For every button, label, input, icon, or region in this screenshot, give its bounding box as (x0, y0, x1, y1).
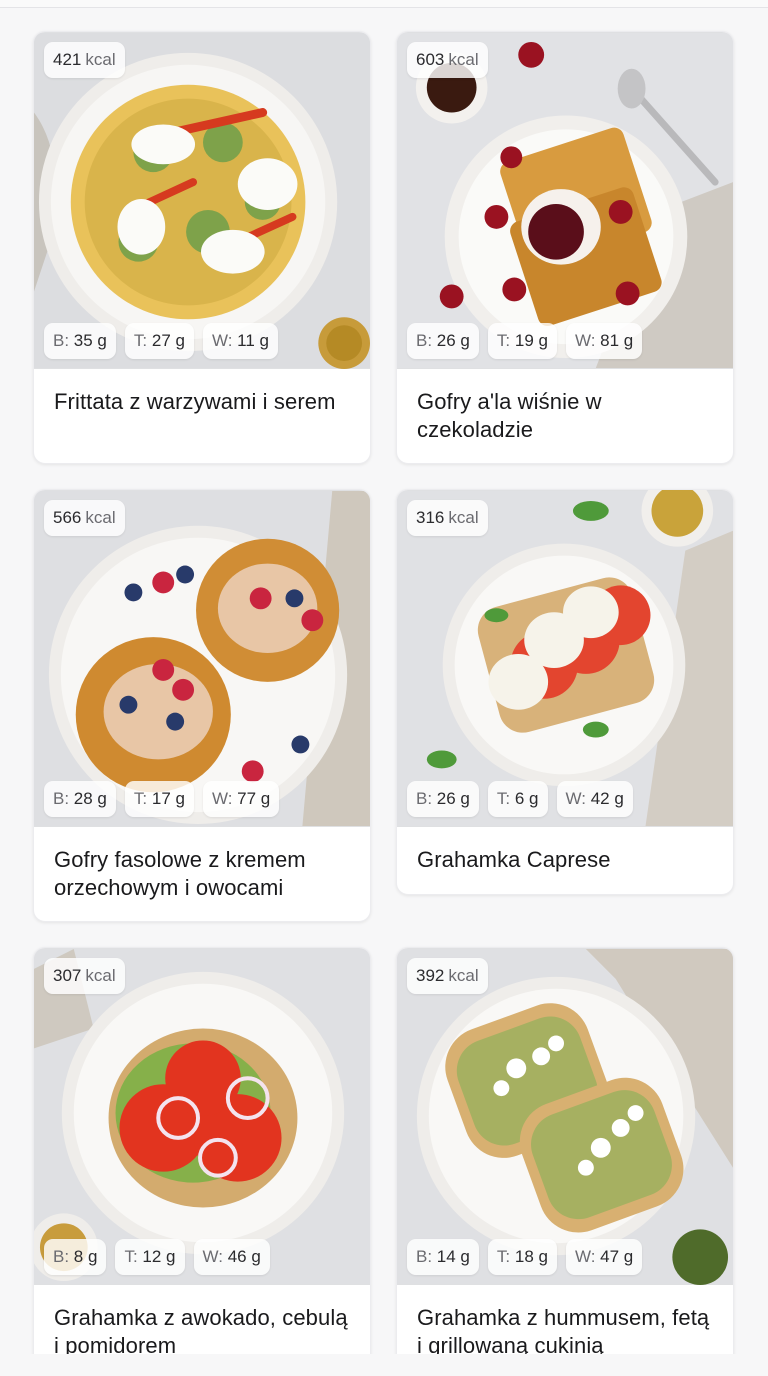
fat-badge: T: 27 g (124, 323, 194, 359)
kcal-badge: 307 kcal (44, 958, 125, 994)
macro-badges: B: 14 g T: 18 g W: 47 g (407, 1239, 643, 1275)
recipe-title[interactable]: Frittata z warzywami i serem (34, 369, 370, 416)
recipe-card[interactable]: 316 kcal B: 26 g T: 6 g W: 42 g Grahamka … (396, 489, 734, 895)
recipe-title[interactable]: Gofry fasolowe z kremem orzechowym i owo… (34, 827, 370, 902)
macro-badges: B: 26 g T: 6 g W: 42 g (407, 781, 633, 817)
caprese-toast-image (397, 490, 733, 827)
kcal-badge: 421 kcal (44, 42, 125, 78)
fat-badge: T: 19 g (487, 323, 557, 359)
protein-badge: B: 35 g (44, 323, 116, 359)
carbs-badge: W: 77 g (202, 781, 280, 817)
recipe-card[interactable]: 421 kcal B: 35 g T: 27 g W: 11 g Frittata… (33, 31, 371, 464)
macro-badges: B: 26 g T: 19 g W: 81 g (407, 323, 643, 359)
fat-badge: T: 18 g (487, 1239, 557, 1275)
recipe-photo: 603 kcal B: 26 g T: 19 g W: 81 g (397, 32, 733, 369)
avocado-toast-image (34, 948, 370, 1285)
recipe-card[interactable]: 392 kcal B: 14 g T: 18 g W: 47 g Grahamka… (396, 947, 734, 1354)
fat-badge: T: 12 g (115, 1239, 185, 1275)
recipe-grid: 421 kcal B: 35 g T: 27 g W: 11 g Frittata… (0, 8, 768, 1354)
top-divider (0, 0, 768, 8)
kcal-badge: 392 kcal (407, 958, 488, 994)
recipe-title[interactable]: Gofry a'la wiśnie w czekoladzie (397, 369, 733, 444)
recipe-title[interactable]: Grahamka Caprese (397, 827, 733, 874)
recipe-photo: 421 kcal B: 35 g T: 27 g W: 11 g (34, 32, 370, 369)
carbs-badge: W: 46 g (193, 1239, 270, 1275)
protein-badge: B: 14 g (407, 1239, 479, 1275)
protein-badge: B: 26 g (407, 323, 479, 359)
protein-badge: B: 28 g (44, 781, 116, 817)
carbs-badge: W: 42 g (556, 781, 633, 817)
recipe-card[interactable]: 566 kcal B: 28 g T: 17 g W: 77 g Gofry fa… (33, 489, 371, 922)
macro-badges: B: 28 g T: 17 g W: 77 g (44, 781, 280, 817)
recipe-card[interactable]: 603 kcal B: 26 g T: 19 g W: 81 g Gofry a'… (396, 31, 734, 464)
recipe-photo: 566 kcal B: 28 g T: 17 g W: 77 g (34, 490, 370, 827)
carbs-badge: W: 81 g (565, 323, 643, 359)
carbs-badge: W: 11 g (202, 323, 278, 359)
fat-badge: T: 17 g (124, 781, 194, 817)
recipe-photo: 307 kcal B: 8 g T: 12 g W: 46 g (34, 948, 370, 1285)
kcal-badge: 603 kcal (407, 42, 488, 78)
recipe-card[interactable]: 307 kcal B: 8 g T: 12 g W: 46 g Grahamka … (33, 947, 371, 1354)
carbs-badge: W: 47 g (565, 1239, 643, 1275)
kcal-badge: 316 kcal (407, 500, 488, 536)
waffles-berries-image (34, 490, 370, 827)
protein-badge: B: 8 g (44, 1239, 107, 1275)
macro-badges: B: 35 g T: 27 g W: 11 g (44, 323, 278, 359)
hummus-toast-image (397, 948, 733, 1285)
kcal-badge: 566 kcal (44, 500, 125, 536)
protein-badge: B: 26 g (407, 781, 479, 817)
recipe-photo: 392 kcal B: 14 g T: 18 g W: 47 g (397, 948, 733, 1285)
macro-badges: B: 8 g T: 12 g W: 46 g (44, 1239, 270, 1275)
fat-badge: T: 6 g (487, 781, 548, 817)
recipe-title[interactable]: Grahamka z awokado, cebulą i pomidorem (34, 1285, 370, 1354)
frittata-image (34, 32, 370, 369)
waffles-cherry-image (397, 32, 733, 369)
recipe-title[interactable]: Grahamka z hummusem, fetą i grillowaną c… (397, 1285, 733, 1354)
recipe-photo: 316 kcal B: 26 g T: 6 g W: 42 g (397, 490, 733, 827)
